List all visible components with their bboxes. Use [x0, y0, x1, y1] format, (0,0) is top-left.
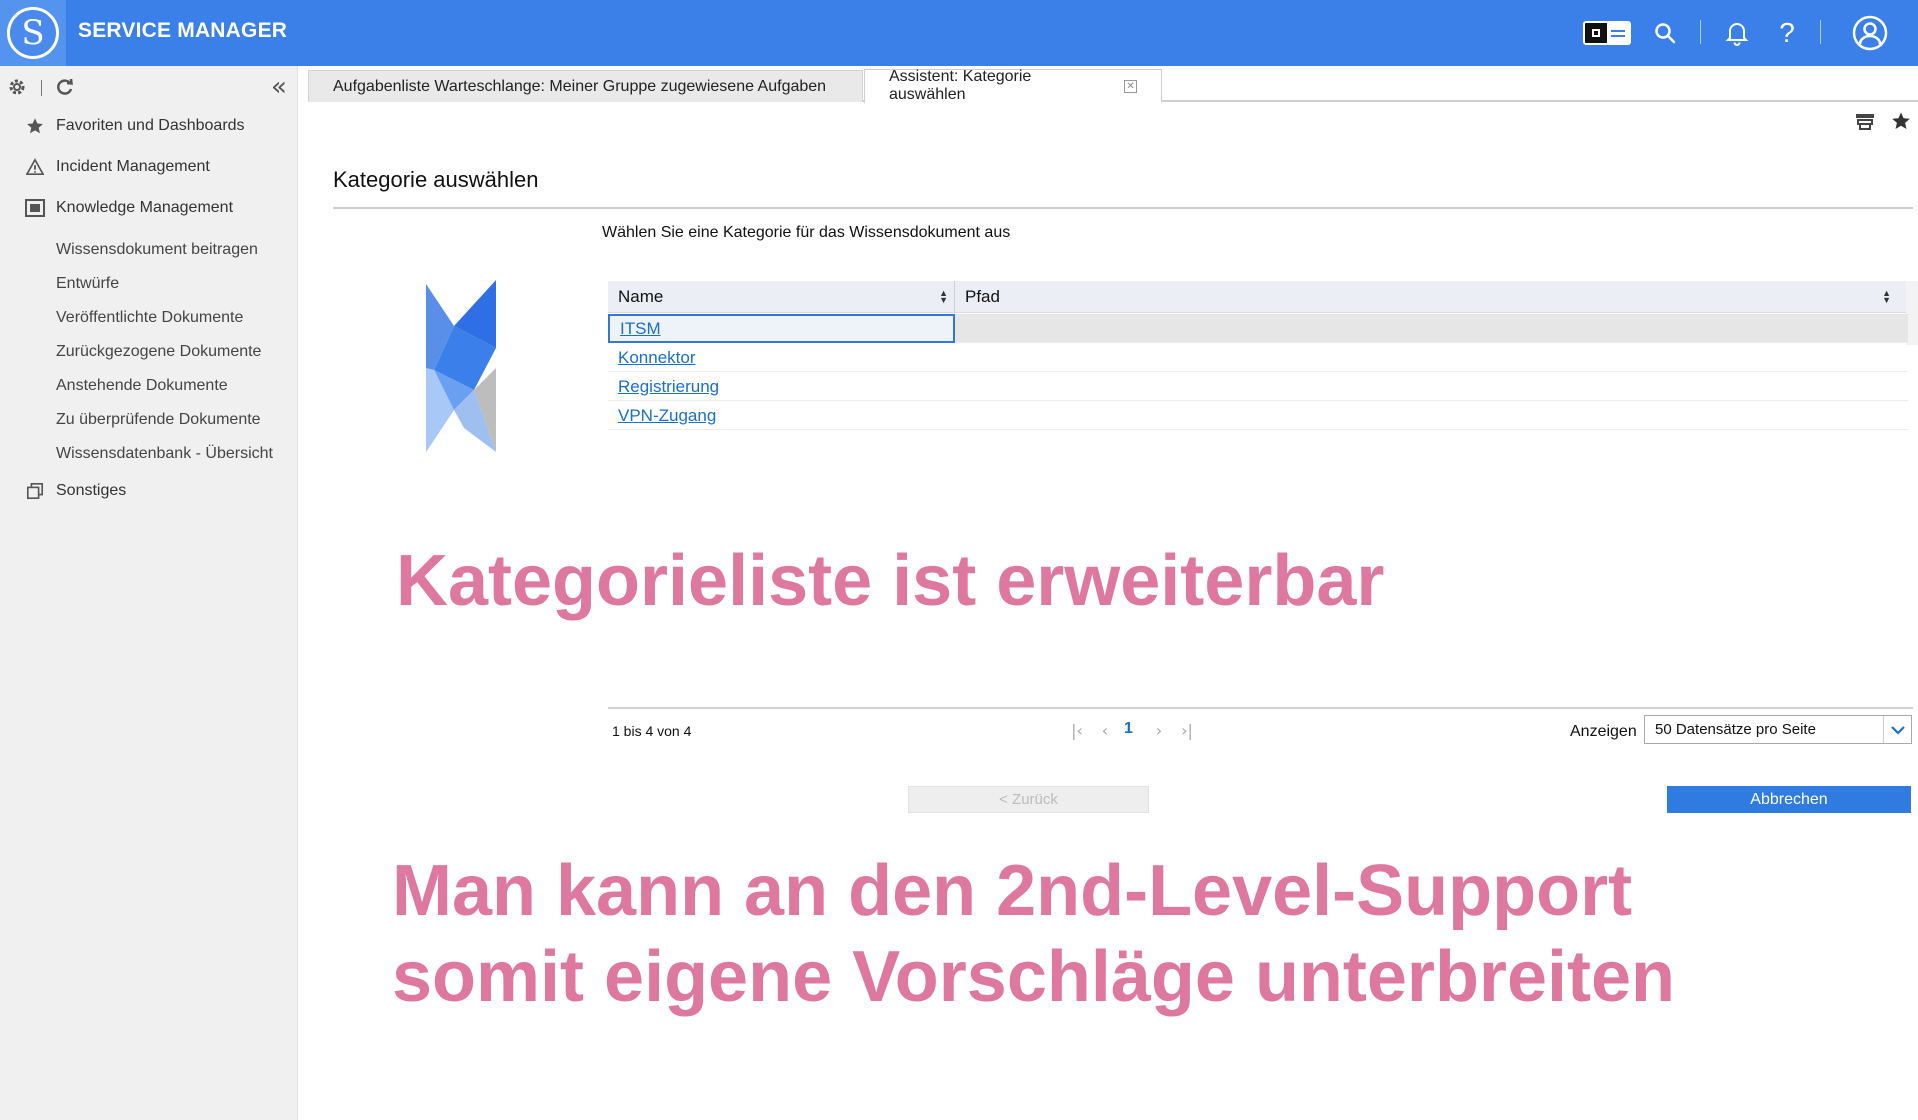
toolbar-divider: [41, 80, 42, 96]
table-cell-name[interactable]: Konnektor: [608, 343, 955, 372]
annotation-line: somit eigene Vorschläge unterbreiten: [392, 937, 1675, 1017]
bell-icon[interactable]: [1722, 13, 1752, 53]
collapse-icon[interactable]: «: [266, 72, 292, 102]
table-row[interactable]: VPN-Zugang: [608, 401, 1908, 430]
sidebar-item-favorites[interactable]: Favoriten und Dashboards: [0, 109, 298, 143]
refresh-icon[interactable]: [54, 76, 76, 98]
sidebar-subitem-drafts[interactable]: Entwürfe: [0, 267, 298, 301]
grid-header: Name ▲ ▼ Pfad ▲ ▼: [608, 281, 1908, 313]
logo-letter: S: [21, 13, 45, 53]
page-size-label: Anzeigen: [1570, 723, 1637, 740]
close-icon[interactable]: ✕: [1124, 79, 1137, 93]
prev-page-glyph: ‹: [1101, 720, 1109, 740]
sidebar-subitem-review[interactable]: Zu überprüfende Dokumente: [0, 403, 298, 437]
warning-icon: [24, 156, 46, 178]
table-cell-name[interactable]: VPN-Zugang: [608, 401, 955, 430]
current-page[interactable]: 1: [1124, 720, 1133, 738]
favorite-star-icon[interactable]: [1890, 110, 1912, 132]
sidebar-subitem-overview[interactable]: Wissensdatenbank - Übersicht: [0, 437, 298, 471]
category-link[interactable]: ITSM: [620, 319, 661, 339]
table-cell-name[interactable]: Registrierung: [608, 372, 955, 401]
sidebar-item-knowledge[interactable]: Knowledge Management: [0, 191, 298, 225]
back-button[interactable]: < Zurück: [908, 786, 1149, 813]
table-row[interactable]: Konnektor: [608, 343, 1908, 372]
last-page-icon[interactable]: ›|: [1176, 718, 1198, 742]
category-link[interactable]: Konnektor: [618, 348, 696, 368]
table-row[interactable]: ITSM: [608, 314, 1908, 343]
sidebar-item-label: Zu überprüfende Dokumente: [56, 411, 261, 428]
sidebar: « Favoriten und Dashboards Incident Mana…: [0, 66, 298, 1120]
help-glyph: ?: [1779, 17, 1795, 48]
first-page-glyph: |‹: [1071, 720, 1083, 740]
user-icon[interactable]: [1850, 13, 1890, 53]
sidebar-item-label: Zurückgezogene Dokumente: [56, 343, 262, 360]
sidebar-item-label: Wissensdatenbank - Übersicht: [56, 445, 273, 462]
sidebar-item-incident[interactable]: Incident Management: [0, 150, 298, 184]
help-icon[interactable]: ?: [1772, 13, 1802, 53]
top-header: S SERVICE MANAGER ?: [0, 0, 1918, 66]
wizard-illustration: [426, 280, 496, 452]
next-page-icon[interactable]: ›: [1148, 718, 1170, 742]
sidebar-item-label: Knowledge Management: [56, 199, 234, 216]
header-divider: [1700, 20, 1701, 44]
sidebar-item-label: Favoriten und Dashboards: [56, 117, 245, 134]
category-link[interactable]: VPN-Zugang: [618, 406, 716, 426]
annotation-headline: Kategorieliste ist erweiterbar: [396, 541, 1385, 621]
sidebar-toolbar: «: [0, 66, 298, 110]
tab-strip: Aufgabenliste Warteschlange: Meiner Grup…: [308, 68, 1918, 104]
column-header-label: Pfad: [965, 287, 1000, 306]
pager-divider: [608, 707, 1913, 709]
sidebar-item-label: Sonstiges: [56, 482, 127, 499]
column-header-name[interactable]: Name ▲ ▼: [608, 281, 955, 313]
sort-icon: ▲ ▼: [939, 288, 948, 305]
first-page-icon[interactable]: |‹: [1066, 718, 1088, 742]
book-icon: [24, 197, 46, 219]
search-icon[interactable]: [1650, 13, 1680, 53]
title-divider: [333, 207, 1913, 209]
logo-icon: S: [7, 7, 59, 59]
table-row[interactable]: Registrierung: [608, 372, 1908, 401]
next-page-glyph: ›: [1155, 720, 1163, 740]
gear-icon[interactable]: [6, 76, 28, 98]
sidebar-subitem-published[interactable]: Veröffentlichte Dokumente: [0, 301, 298, 335]
instruction-text: Wählen Sie eine Kategorie für das Wissen…: [602, 224, 1011, 241]
annotation-line: Man kann an den 2nd-Level-Support: [392, 851, 1633, 931]
sidebar-item-label: Wissensdokument beitragen: [56, 241, 258, 258]
star-icon: [24, 115, 46, 137]
last-page-glyph: ›|: [1181, 720, 1193, 740]
sidebar-item-label: Anstehende Dokumente: [56, 377, 228, 394]
sort-icon: ▲ ▼: [1882, 288, 1891, 305]
sidebar-item-label: Incident Management: [56, 158, 210, 175]
table-cell-name[interactable]: ITSM: [608, 314, 955, 343]
page-size-select[interactable]: 50 Datensätze pro Seite: [1644, 715, 1912, 744]
collapse-glyph: «: [271, 72, 287, 102]
page-title: Kategorie auswählen: [333, 167, 539, 192]
app-logo[interactable]: S: [0, 0, 66, 66]
print-icon[interactable]: [1854, 110, 1876, 132]
column-header-label: Name: [618, 287, 664, 306]
tab-wizard-category[interactable]: Assistent: Kategorie auswählen ✕: [864, 68, 1162, 104]
tab-task-queue[interactable]: Aufgabenliste Warteschlange: Meiner Grup…: [308, 70, 863, 102]
header-divider: [1820, 20, 1821, 44]
cancel-button[interactable]: Abbrechen: [1667, 786, 1911, 813]
sidebar-subitem-contribute[interactable]: Wissensdokument beitragen: [0, 233, 298, 267]
category-link[interactable]: Registrierung: [618, 377, 719, 397]
sidebar-item-label: Veröffentlichte Dokumente: [56, 309, 244, 326]
pager-info: 1 bis 4 von 4: [612, 723, 692, 739]
sidebar-subitem-pending[interactable]: Anstehende Dokumente: [0, 369, 298, 403]
prev-page-icon[interactable]: ‹: [1094, 718, 1116, 742]
tab-label: Assistent: Kategorie auswählen: [889, 68, 1032, 103]
layout-toggle-icon[interactable]: [1582, 13, 1632, 53]
app-title: SERVICE MANAGER: [78, 19, 288, 42]
annotation-text: Man kann an den 2nd-Level-Support somit …: [392, 848, 1675, 1020]
chevron-down-icon[interactable]: [1883, 716, 1911, 743]
sidebar-item-other[interactable]: Sonstiges: [0, 474, 298, 508]
tab-label: Aufgabenliste Warteschlange: Meiner Grup…: [333, 77, 827, 95]
sidebar-subitem-retired[interactable]: Zurückgezogene Dokumente: [0, 335, 298, 369]
sidebar-item-label: Entwürfe: [56, 275, 120, 292]
column-header-path[interactable]: Pfad ▲ ▼: [955, 281, 1897, 313]
stack-icon: [24, 480, 46, 502]
page-size-value: 50 Datensätze pro Seite: [1655, 721, 1816, 738]
